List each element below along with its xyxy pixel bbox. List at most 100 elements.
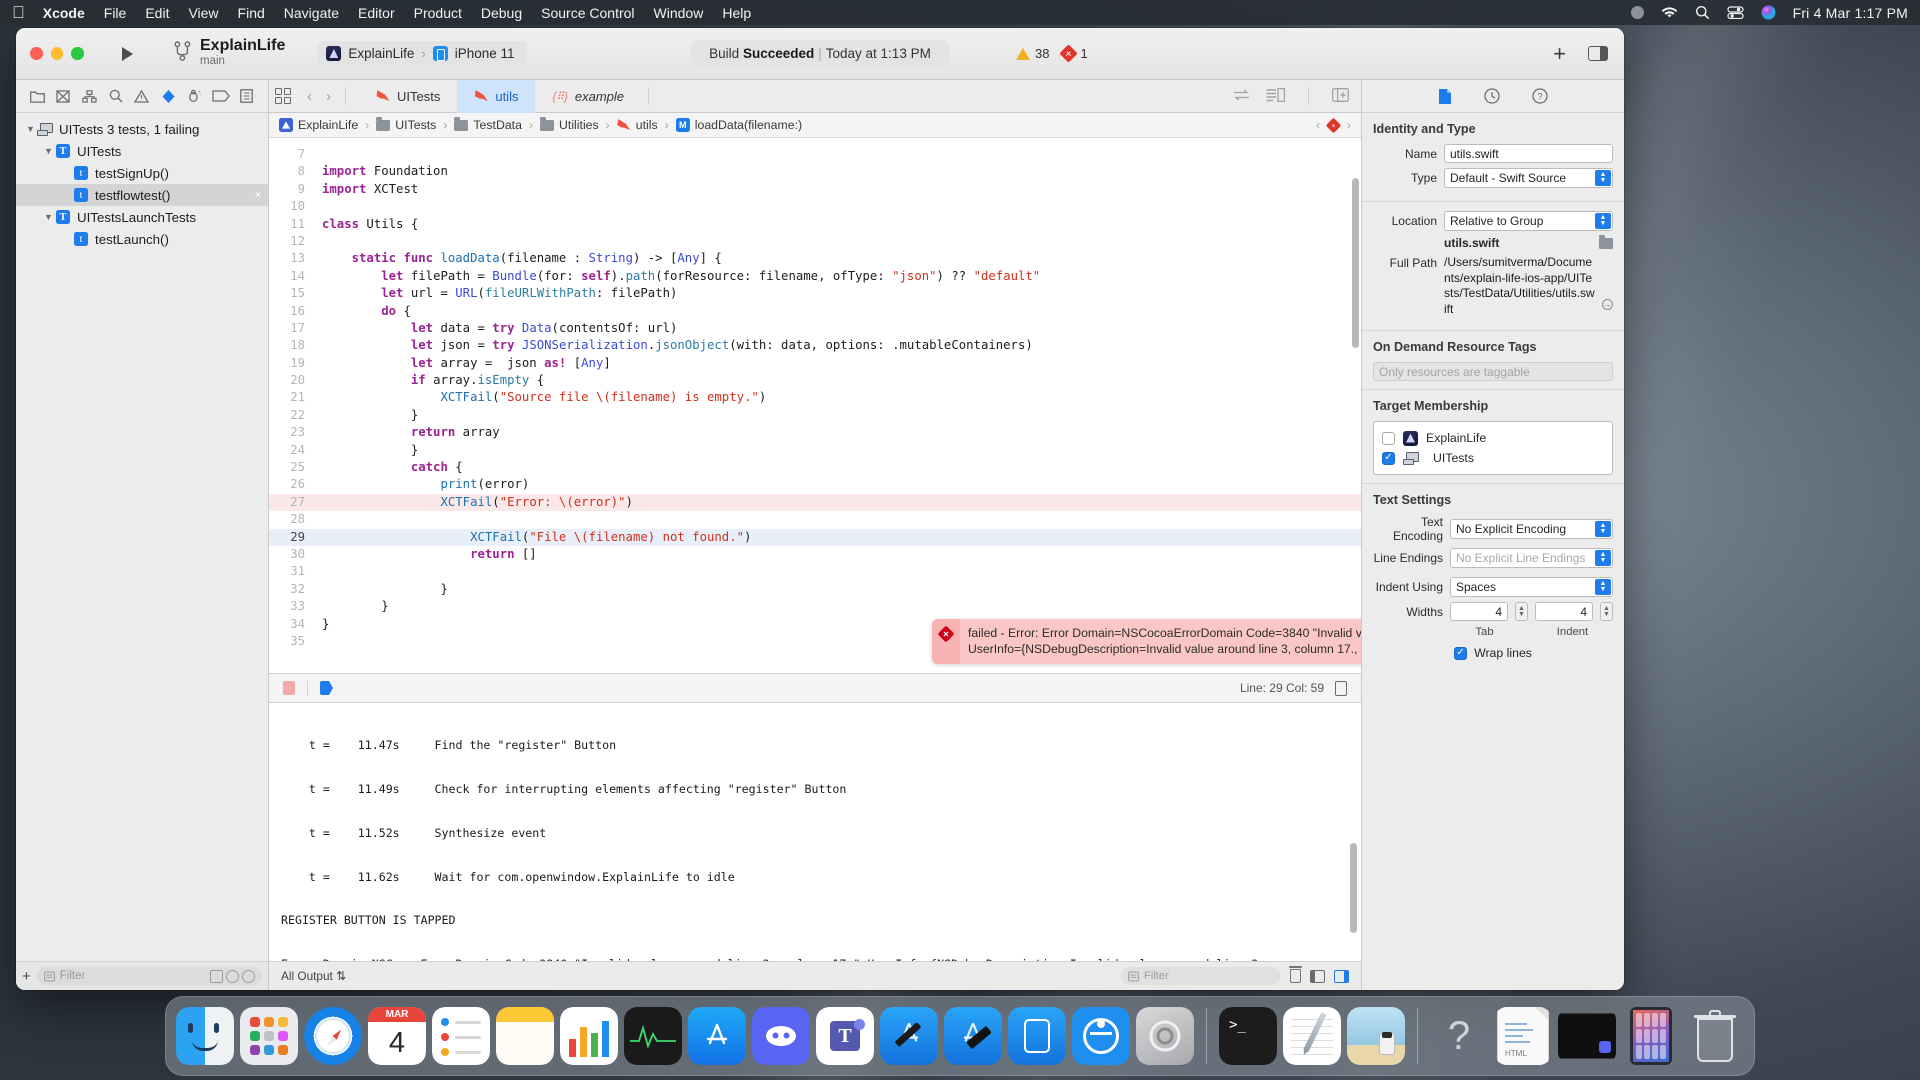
- filter-toggle-1-icon[interactable]: [210, 969, 223, 983]
- dock-item-html-file[interactable]: HTML: [1494, 1007, 1552, 1065]
- code-line[interactable]: 23 return array: [269, 424, 1361, 441]
- disclosure-triangle-icon[interactable]: ▼: [42, 146, 55, 156]
- add-editor-button[interactable]: +: [1553, 42, 1566, 65]
- dock-item-screenshot-thumb[interactable]: [1558, 1007, 1616, 1065]
- chevron-updown-icon[interactable]: ▲ ▼: [1595, 579, 1611, 595]
- code-line[interactable]: 26 print(error): [269, 476, 1361, 493]
- code-line[interactable]: 31: [269, 563, 1361, 580]
- code-line[interactable]: 10: [269, 198, 1361, 215]
- type-popup[interactable]: Default - Swift Source ▲ ▼: [1444, 168, 1613, 188]
- dock-item-app-store[interactable]: [688, 1007, 746, 1065]
- navigator-filter-input[interactable]: Filter: [36, 967, 262, 985]
- code-line[interactable]: 9 import XCTest: [269, 181, 1361, 198]
- related-items-icon[interactable]: [275, 88, 291, 104]
- code-line[interactable]: 19 let array = json as! [Any]: [269, 355, 1361, 372]
- code-line[interactable]: 15 let url = URL(fileURLWithPath: filePa…: [269, 285, 1361, 302]
- tab-width-field[interactable]: 4: [1450, 602, 1508, 621]
- filter-toggle-2-icon[interactable]: [226, 969, 239, 983]
- menu-debug[interactable]: Debug: [481, 5, 522, 21]
- dock-item-activity-monitor[interactable]: [624, 1007, 682, 1065]
- menu-navigate[interactable]: Navigate: [284, 5, 339, 21]
- console-filter-input[interactable]: Filter: [1121, 967, 1281, 985]
- navigate-forward-button[interactable]: ›: [319, 88, 338, 105]
- inline-error-popover[interactable]: failed - Error: Error Domain=NSCocoaErro…: [932, 619, 1361, 664]
- test-tree-row-testflowtest[interactable]: t testflowtest(): [16, 184, 268, 206]
- menu-edit[interactable]: Edit: [145, 5, 169, 21]
- wrap-lines-row[interactable]: Wrap lines: [1373, 646, 1613, 660]
- code-vertical-scrollbar[interactable]: [1352, 178, 1359, 348]
- test-tree-row-uitests-bundle[interactable]: ▼ UITests 3 tests, 1 failing: [16, 118, 268, 140]
- minimize-window-button[interactable]: [50, 47, 63, 60]
- test-navigator-icon[interactable]: [158, 87, 178, 105]
- previous-issue-button[interactable]: ‹: [1316, 118, 1320, 132]
- code-line[interactable]: 13 static func loadData(filename : Strin…: [269, 250, 1361, 267]
- code-line[interactable]: 30 return []: [269, 546, 1361, 563]
- menu-find[interactable]: Find: [238, 5, 265, 21]
- indent-width-stepper[interactable]: ▲ ▼: [1600, 602, 1613, 621]
- toggle-console-view-icon[interactable]: [1334, 969, 1349, 983]
- console-output[interactable]: t = 11.47s Find the "register" Button t …: [269, 703, 1361, 961]
- breadcrumb-item-utilities[interactable]: Utilities: [540, 117, 599, 132]
- code-line[interactable]: 8 import Foundation: [269, 163, 1361, 180]
- code-line[interactable]: 16 do {: [269, 303, 1361, 320]
- target-row-uitests[interactable]: UITests: [1382, 448, 1604, 468]
- swap-editors-icon[interactable]: [1233, 89, 1250, 104]
- apple-logo-icon[interactable]: : [12, 4, 25, 21]
- zoom-window-button[interactable]: [71, 47, 84, 60]
- error-count-group[interactable]: 1: [1059, 44, 1088, 63]
- breadcrumb-item-method[interactable]: MloadData(filename:): [675, 118, 802, 132]
- dock-item-numbers[interactable]: [560, 1007, 618, 1065]
- wifi-icon[interactable]: [1661, 6, 1678, 19]
- test-tree-row-uitestslaunchtests[interactable]: ▼ T UITestsLaunchTests: [16, 206, 268, 228]
- next-issue-button[interactable]: ›: [1347, 118, 1351, 132]
- control-center-icon[interactable]: [1726, 6, 1744, 19]
- filter-toggle-3-icon[interactable]: [242, 969, 255, 983]
- breakpoint-navigator-icon[interactable]: [211, 87, 231, 105]
- file-inspector-icon[interactable]: [1438, 88, 1452, 105]
- close-window-button[interactable]: [30, 47, 43, 60]
- scheme-name[interactable]: ExplainLife: [348, 46, 414, 61]
- symbol-navigator-icon[interactable]: [80, 87, 100, 105]
- dock-item-finder[interactable]: [176, 1007, 234, 1065]
- code-line[interactable]: 20 if array.isEmpty {: [269, 372, 1361, 389]
- chevron-updown-icon[interactable]: ▲ ▼: [1595, 521, 1611, 537]
- code-line[interactable]: 17 let data = try Data(contentsOf: url): [269, 320, 1361, 337]
- toggle-inspector-button[interactable]: [1588, 46, 1608, 61]
- choose-file-icon[interactable]: [1599, 235, 1613, 249]
- tab-width-stepper[interactable]: ▲ ▼: [1515, 602, 1528, 621]
- issue-navigator-icon[interactable]: [132, 87, 152, 105]
- chevron-updown-icon[interactable]: ▲ ▼: [1595, 213, 1611, 229]
- disclosure-triangle-icon[interactable]: ▼: [42, 212, 55, 222]
- siri-icon[interactable]: [1761, 5, 1776, 20]
- name-field[interactable]: utils.swift: [1444, 144, 1613, 163]
- build-status-pill[interactable]: Build Succeeded | Today at 1:13 PM: [691, 40, 949, 67]
- navigate-back-button[interactable]: ‹: [300, 88, 319, 105]
- reveal-in-finder-icon[interactable]: →: [1602, 299, 1613, 310]
- editor-tab-utils[interactable]: utils: [457, 79, 536, 113]
- code-line[interactable]: 14 let filePath = Bundle(for: self).path…: [269, 268, 1361, 285]
- search-icon[interactable]: [1695, 5, 1710, 20]
- target-checkbox[interactable]: [1382, 431, 1395, 445]
- indent-width-field[interactable]: 4: [1535, 602, 1593, 621]
- step-over-icon[interactable]: [320, 681, 333, 695]
- device-icon[interactable]: [1335, 680, 1347, 696]
- code-line[interactable]: 22 }: [269, 407, 1361, 424]
- dock-item-reminders[interactable]: [432, 1007, 490, 1065]
- clear-console-icon[interactable]: [1289, 966, 1302, 983]
- dock-item-calendar[interactable]: MAR 4: [368, 1007, 426, 1065]
- editor-tab-uitests[interactable]: UITests: [359, 80, 457, 113]
- dock-item-terminal[interactable]: >_: [1219, 1007, 1277, 1065]
- chevron-updown-icon[interactable]: ▲ ▼: [1595, 550, 1611, 566]
- report-navigator-icon[interactable]: [237, 87, 257, 105]
- output-scope-selector[interactable]: All Output ⇅: [281, 969, 346, 983]
- wrap-lines-checkbox[interactable]: [1454, 646, 1468, 660]
- menu-view[interactable]: View: [188, 5, 218, 21]
- pause-execution-icon[interactable]: [283, 681, 295, 695]
- menu-file[interactable]: File: [104, 5, 127, 21]
- dock-item-notes[interactable]: [496, 1007, 554, 1065]
- breadcrumb-item-utils[interactable]: utils: [617, 118, 658, 132]
- project-scheme-block[interactable]: ExplainLife main: [174, 37, 285, 69]
- dock-item-trash[interactable]: [1686, 1007, 1744, 1065]
- test-tree-row-testlaunch[interactable]: t testLaunch(): [16, 228, 268, 250]
- code-line[interactable]: 25 catch {: [269, 459, 1361, 476]
